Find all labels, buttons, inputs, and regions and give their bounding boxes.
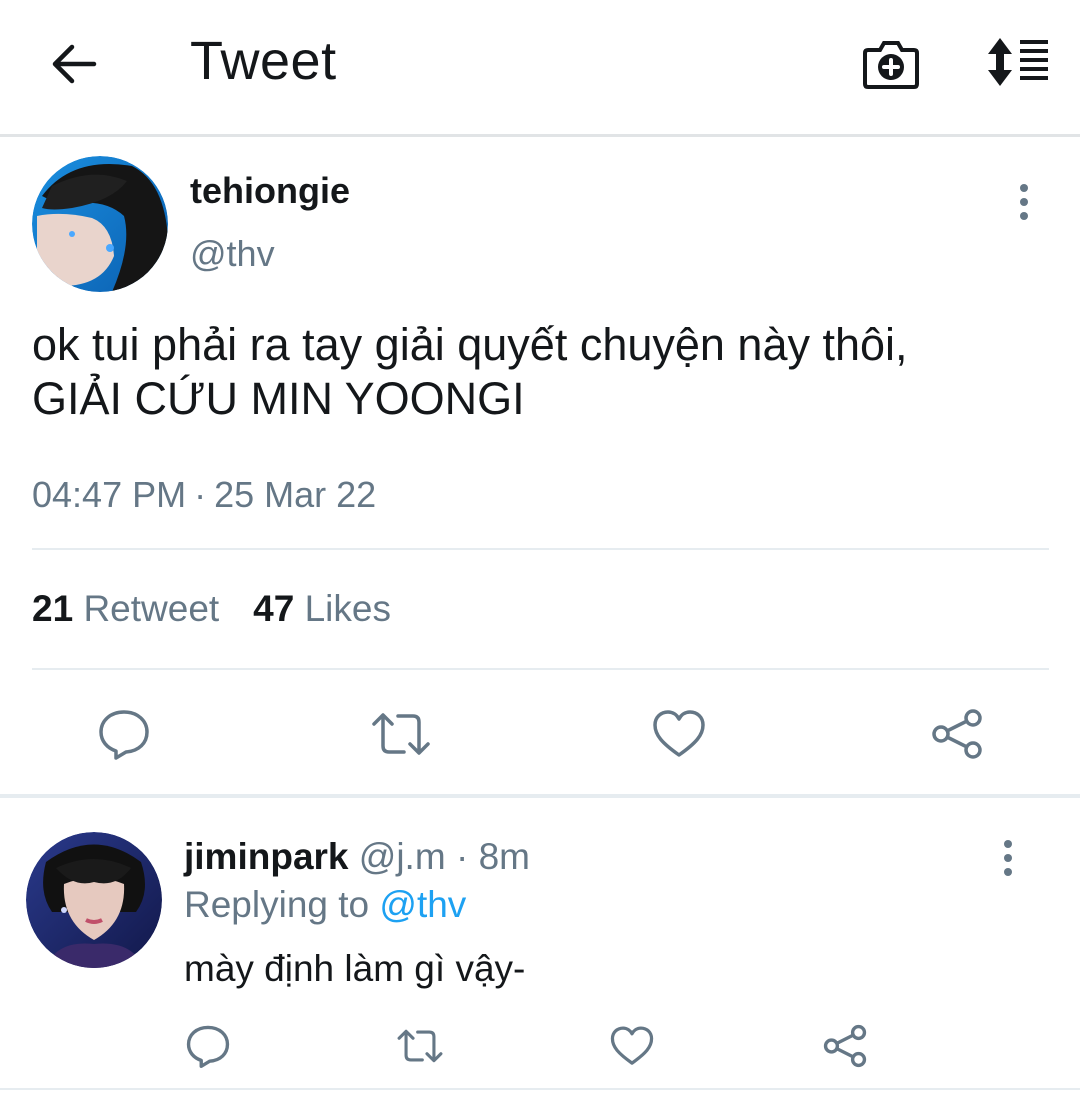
replying-prefix: Replying to [184,884,370,925]
section-divider [0,794,1080,798]
sort-list-icon[interactable] [982,36,1052,88]
like-count: 47 [253,588,295,629]
retweet-count: 21 [32,588,74,629]
tweet-text-line: ok tui phải ra tay giải quyết chuyện này… [32,319,908,370]
share-icon[interactable] [930,708,984,760]
retweet-label: Retweet [83,588,220,629]
replying-to: Replying to @thv [184,884,466,926]
separator: · [194,474,207,515]
more-options-icon[interactable] [994,838,1022,878]
tweet-text-line: GIẢI CỨU MIN YOONGI [32,373,525,424]
camera-plus-icon[interactable] [862,36,920,90]
mention-link[interactable]: @thv [379,884,466,925]
divider [0,1088,1080,1090]
more-options-icon[interactable] [1010,182,1038,222]
divider [32,548,1049,550]
header-divider [0,134,1080,137]
user-handle[interactable]: @thv [190,233,275,275]
reply-display-name[interactable]: jiminpark [184,836,349,877]
reply-handle[interactable]: @j.m [359,836,446,877]
tweet-date: 25 Mar 22 [214,474,377,515]
avatar[interactable] [26,832,162,968]
avatar[interactable] [32,156,168,292]
retweet-stat[interactable]: 21 Retweet [32,588,219,629]
retweet-icon[interactable] [370,708,432,760]
display-name[interactable]: tehiongie [190,170,350,212]
reply-text: mày định làm gì vậy- [184,948,526,989]
share-icon[interactable] [822,1024,868,1068]
page-title: Tweet [190,31,337,91]
like-stat[interactable]: 47 Likes [253,588,391,629]
tweet-text: ok tui phải ra tay giải quyết chuyện này… [32,318,1052,426]
back-arrow-icon[interactable] [48,38,100,90]
reply-header: jiminpark @j.m · 8m [184,836,530,878]
reply-time: 8m [478,836,530,877]
heart-icon[interactable] [652,708,706,760]
divider [32,668,1049,670]
reply-icon[interactable] [186,1024,230,1068]
tweet-stats: 21 Retweet 47 Likes [32,588,391,630]
tweet-timestamp: 04:47 PM · 25 Mar 22 [32,474,376,516]
like-label: Likes [304,588,391,629]
reply-icon[interactable] [98,708,150,760]
heart-icon[interactable] [610,1024,654,1068]
retweet-icon[interactable] [396,1024,444,1068]
separator: · [455,836,469,877]
tweet-time: 04:47 PM [32,474,187,515]
